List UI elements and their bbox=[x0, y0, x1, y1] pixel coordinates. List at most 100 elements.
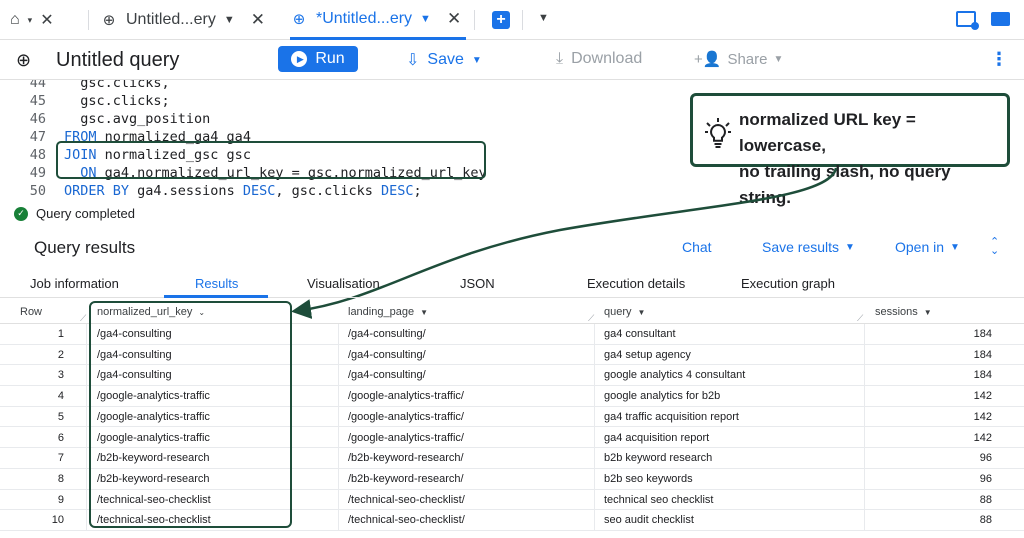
query-header: ⊕ Untitled query ▶ Run ⇩ Save ▼ ⤓ Downlo… bbox=[0, 40, 1024, 80]
tab-divider bbox=[88, 10, 89, 30]
line-number: 44 bbox=[29, 80, 46, 91]
cell-query: google analytics for b2b bbox=[604, 390, 721, 403]
cell-query: ga4 traffic acquisition report bbox=[604, 410, 739, 423]
tab-results[interactable]: Results bbox=[195, 276, 238, 291]
cell-landing-page: /google-analytics-traffic/ bbox=[348, 431, 464, 444]
page-title[interactable]: Untitled query bbox=[56, 49, 179, 72]
tab-label: Untitled...ery bbox=[126, 11, 216, 28]
tab-execution-details[interactable]: Execution details bbox=[587, 276, 685, 291]
run-label: Run bbox=[315, 50, 345, 67]
tab-untitled-query-1[interactable]: ⊕ Untitled...ery ▼ ✕ bbox=[100, 0, 268, 40]
home-icon[interactable]: ⌂ bbox=[10, 11, 20, 29]
cell-query: google analytics 4 consultant bbox=[604, 369, 746, 382]
column-header-label: sessions bbox=[875, 306, 918, 318]
play-icon: ▶ bbox=[291, 51, 308, 67]
run-button[interactable]: ▶ Run bbox=[278, 46, 358, 72]
tab-visualisation[interactable]: Visualisation bbox=[307, 276, 380, 291]
cell-sessions: 88 bbox=[979, 514, 992, 527]
code-text: gsc.clicks, bbox=[64, 80, 170, 91]
code-text: ORDER BY ga4.sessions DESC, gsc.clicks D… bbox=[64, 183, 422, 198]
save-results-button[interactable]: Save results ▼ bbox=[762, 239, 855, 255]
cell-row-number: 2 bbox=[57, 348, 64, 361]
code-line[interactable]: 44 gsc.clicks, bbox=[0, 80, 700, 93]
chevron-down-icon[interactable]: ▾ bbox=[28, 15, 33, 26]
cell-row-number: 6 bbox=[57, 431, 64, 444]
chevron-down-icon[interactable]: ▼ bbox=[538, 12, 549, 24]
chat-button[interactable]: Chat bbox=[682, 239, 712, 255]
chevron-down-icon: ▼ bbox=[950, 241, 960, 253]
cell-query: b2b seo keywords bbox=[604, 472, 693, 485]
cell-landing-page: /google-analytics-traffic/ bbox=[348, 390, 464, 403]
join-highlight-box bbox=[56, 141, 486, 179]
cell-landing-page: /ga4-consulting/ bbox=[348, 369, 426, 382]
resize-handle-icon[interactable]: ⟋ bbox=[857, 313, 863, 324]
cell-sessions: 142 bbox=[973, 390, 992, 403]
save-icon: ⇩ bbox=[406, 52, 420, 69]
cell-landing-page: /ga4-consulting/ bbox=[348, 348, 426, 361]
home-tab[interactable]: ⌂ ▾ ✕ bbox=[10, 10, 70, 30]
screen-share-icon[interactable] bbox=[956, 11, 979, 30]
results-title: Query results bbox=[34, 238, 136, 257]
cell-row-number: 10 bbox=[51, 514, 64, 527]
column-header-query[interactable]: query ▼ bbox=[604, 306, 645, 318]
code-text: gsc.clicks; bbox=[64, 93, 170, 109]
cell-sessions: 142 bbox=[973, 410, 992, 423]
column-divider bbox=[864, 324, 865, 531]
tab-divider bbox=[474, 10, 475, 30]
share-button[interactable]: +👤 Share ▼ bbox=[694, 50, 783, 69]
chevron-down-icon: ▼ bbox=[637, 308, 646, 317]
code-line[interactable]: 50 ORDER BY ga4.sessions DESC, gsc.clicks… bbox=[0, 183, 700, 198]
cell-landing-page: /google-analytics-traffic/ bbox=[348, 410, 464, 423]
close-icon[interactable]: ✕ bbox=[40, 10, 53, 30]
expand-collapse-icon[interactable]: ⌃ ⌄ bbox=[990, 237, 999, 257]
plus-icon[interactable]: + bbox=[492, 11, 510, 29]
cell-row-number: 4 bbox=[57, 390, 64, 403]
status-text: Query completed bbox=[36, 206, 135, 221]
chevron-down-icon: ▼ bbox=[845, 241, 855, 253]
tab-job-information[interactable]: Job information bbox=[30, 276, 119, 291]
callout-text: normalized URL key = lowercase, no trail… bbox=[739, 107, 1007, 211]
cell-landing-page: /technical-seo-checklist/ bbox=[348, 493, 465, 506]
callout-line-1: normalized URL key = lowercase, bbox=[739, 110, 916, 155]
cell-landing-page: /technical-seo-checklist/ bbox=[348, 514, 465, 527]
kebab-icon[interactable]: ⋮ bbox=[990, 49, 1008, 70]
cell-query: ga4 setup agency bbox=[604, 348, 691, 361]
query-icon: ⊕ bbox=[16, 50, 32, 70]
save-button[interactable]: ⇩ Save ▼ bbox=[406, 50, 482, 70]
lightbulb-icon bbox=[705, 118, 731, 148]
tab-divider bbox=[522, 10, 523, 30]
chevron-down-icon[interactable]: ▼ bbox=[420, 13, 431, 25]
line-number: 46 bbox=[29, 111, 46, 127]
tab-untitled-query-2[interactable]: ⊕ *Untitled...ery ▼ ✕ bbox=[290, 0, 466, 40]
check-icon: ✓ bbox=[14, 206, 28, 221]
callout-line-2: no trailing slash, no query string. bbox=[739, 162, 951, 207]
chevron-down-icon[interactable]: ▼ bbox=[224, 14, 235, 26]
code-line[interactable]: 45 gsc.clicks; bbox=[0, 93, 700, 111]
sql-keyword: ORDER BY bbox=[64, 183, 130, 198]
results-tabs: Job information Results Visualisation JS… bbox=[0, 270, 1024, 298]
callout-box: normalized URL key = lowercase, no trail… bbox=[690, 93, 1010, 207]
column-highlight-box bbox=[89, 301, 292, 528]
cell-landing-page: /ga4-consulting/ bbox=[348, 328, 426, 340]
close-icon[interactable]: ✕ bbox=[447, 9, 461, 29]
line-number: 48 bbox=[29, 147, 46, 163]
open-in-button[interactable]: Open in ▼ bbox=[895, 239, 960, 255]
code-line[interactable]: 46 gsc.avg_position bbox=[0, 111, 700, 129]
resize-handle-icon[interactable]: ⟋ bbox=[588, 313, 594, 324]
close-icon[interactable]: ✕ bbox=[251, 10, 265, 30]
tab-json[interactable]: JSON bbox=[460, 276, 495, 291]
keyboard-icon[interactable] bbox=[991, 12, 1010, 26]
cell-sessions: 184 bbox=[973, 348, 992, 361]
tab-execution-graph[interactable]: Execution graph bbox=[741, 276, 835, 291]
cell-sessions: 142 bbox=[973, 431, 992, 444]
column-header-landing-page[interactable]: landing_page ▼ bbox=[348, 306, 428, 318]
cell-row-number: 3 bbox=[57, 369, 64, 382]
cell-query: b2b keyword research bbox=[604, 452, 713, 465]
column-header-sessions[interactable]: sessions ▼ bbox=[875, 306, 932, 318]
resize-handle-icon[interactable]: ⟋ bbox=[80, 313, 86, 324]
save-label: Save bbox=[427, 51, 464, 68]
column-divider bbox=[338, 324, 339, 531]
chevron-down-icon: ▼ bbox=[471, 54, 482, 66]
download-button[interactable]: ⤓ Download bbox=[556, 50, 642, 68]
chat-label: Chat bbox=[682, 239, 712, 255]
